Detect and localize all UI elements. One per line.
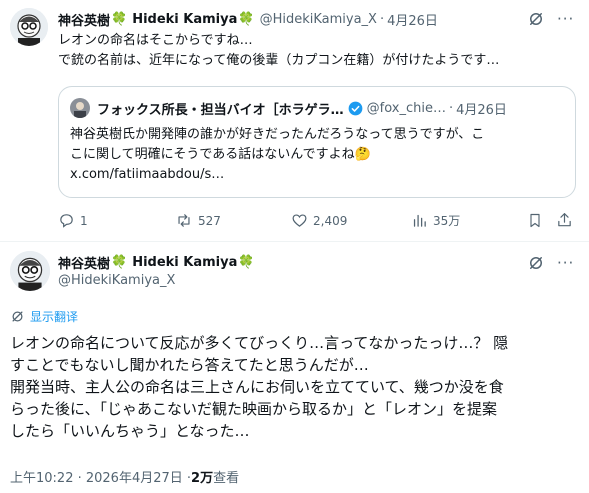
- views-label: 查看: [213, 471, 240, 486]
- translate-icon: [12, 311, 23, 322]
- like-count: 2,409: [313, 213, 348, 228]
- quote-avatar-icon: [70, 98, 90, 118]
- grok-icon[interactable]: [527, 254, 545, 272]
- quote-author-name: フォックス所長・担当バイオ［ホラゲラ…: [97, 102, 344, 118]
- tweet-text-line: したら「いいんちゃう」となった…: [10, 422, 250, 440]
- reply-icon: [60, 214, 73, 228]
- quote-header: フォックス所長・担当バイオ［ホラゲラ… @fox_chie… · 4月26日: [97, 98, 507, 118]
- quote-text-line: こに関して明確にそうである話はないんですよね🤔: [70, 147, 371, 162]
- avatar-face-icon: [10, 251, 50, 291]
- quote-author-handle: @fox_chie…: [366, 100, 446, 116]
- repost-count: 527: [198, 213, 221, 228]
- heart-icon: [292, 214, 307, 227]
- grok-icon[interactable]: [527, 10, 545, 28]
- repost-button[interactable]: 527: [175, 212, 221, 229]
- tweet-text-line: 開発当時、主人公の命名は三上さんにお伺いを立てていて、幾つか没を食: [10, 378, 504, 396]
- tweet-text-line: すことでもないし聞かれたら答えてたと思うんだが…: [10, 356, 369, 374]
- reply-header: 神谷英樹 🍀 Hideki Kamiya 🍀 @HidekiKamiya_X ·…: [58, 9, 438, 29]
- avatar-face-icon: [10, 8, 48, 46]
- tweet-text-line: らった後に、「じゃあこないだ観た映画から取るか」と「レオン」を提案: [10, 400, 498, 418]
- verified-badge-icon: [348, 101, 362, 115]
- main-tweet-text: レオンの命名について反応が多くてびっくり…言ってなかったっけ…？ 隠 すことでも…: [10, 332, 508, 442]
- tweet-date[interactable]: 4月26日: [387, 10, 438, 29]
- author-name[interactable]: 神谷英樹: [58, 253, 110, 272]
- separator-dot: ·: [379, 11, 385, 27]
- translate-label: 显示翻译: [30, 310, 79, 324]
- share-icon[interactable]: [556, 211, 573, 229]
- tweet-meta: 上午10:22 · 2026年4月27日 · 2万 查看: [10, 467, 239, 486]
- reply-button[interactable]: 1: [58, 212, 88, 229]
- more-options-icon[interactable]: ···: [557, 254, 574, 272]
- avatar: [70, 98, 90, 118]
- views-button[interactable]: 35万: [411, 212, 460, 229]
- quote-tweet-card[interactable]: フォックス所長・担当バイオ［ホラゲラ… @fox_chie… · 4月26日 神…: [58, 86, 576, 198]
- more-options-icon[interactable]: ···: [557, 10, 574, 28]
- bookmark-icon[interactable]: [527, 212, 543, 229]
- author-handle[interactable]: @HidekiKamiya_X: [58, 273, 175, 288]
- author-name-latin[interactable]: Hideki Kamiya: [132, 255, 237, 270]
- quote-date: 4月26日: [456, 102, 507, 118]
- tweet-text-line: レオンの命名はそこからですね…: [58, 33, 253, 48]
- views-count: 35万: [433, 214, 461, 228]
- avatar[interactable]: [10, 251, 50, 291]
- quote-link[interactable]: x.com/fatiimaabdou/s…: [70, 165, 224, 184]
- author-handle[interactable]: @HidekiKamiya_X: [260, 12, 377, 27]
- reply-tweet[interactable]: 神谷英樹 🍀 Hideki Kamiya 🍀 @HidekiKamiya_X ·…: [0, 0, 589, 241]
- views-count: 2万: [191, 471, 214, 486]
- quote-text-line: 神谷英樹氏か開発陣の誰かが好きだったんだろうなって思うですが、こ: [70, 127, 485, 142]
- like-button[interactable]: 2,409: [291, 212, 347, 229]
- tweet-timestamp[interactable]: 上午10:22 · 2026年4月27日 ·: [10, 467, 191, 486]
- clover-icon: 🍀: [238, 11, 255, 27]
- clover-icon: 🍀: [238, 254, 255, 270]
- main-tweet: 神谷英樹 🍀 Hideki Kamiya 🍀 @HidekiKamiya_X ·…: [0, 242, 589, 493]
- author-name-latin[interactable]: Hideki Kamiya: [132, 12, 237, 27]
- separator-dot: ·: [448, 100, 454, 116]
- reply-count: 1: [80, 213, 88, 228]
- main-author-row: 神谷英樹 🍀 Hideki Kamiya 🍀: [58, 252, 255, 272]
- tweet-text-line: レオンの命名について反応が多くてびっくり…言ってなかったっけ…？ 隠: [10, 334, 509, 352]
- translate-link[interactable]: 显示翻译: [10, 308, 78, 325]
- clover-icon: 🍀: [111, 254, 128, 270]
- clover-icon: 🍀: [111, 11, 128, 27]
- tweet-text-line: で銃の名前は、近年になって俺の後輩（カプコン在籍）が付けたようです…: [58, 53, 500, 68]
- repost-icon: [178, 214, 190, 227]
- avatar[interactable]: [10, 8, 48, 46]
- analytics-icon: [413, 214, 426, 227]
- author-name[interactable]: 神谷英樹: [58, 10, 110, 29]
